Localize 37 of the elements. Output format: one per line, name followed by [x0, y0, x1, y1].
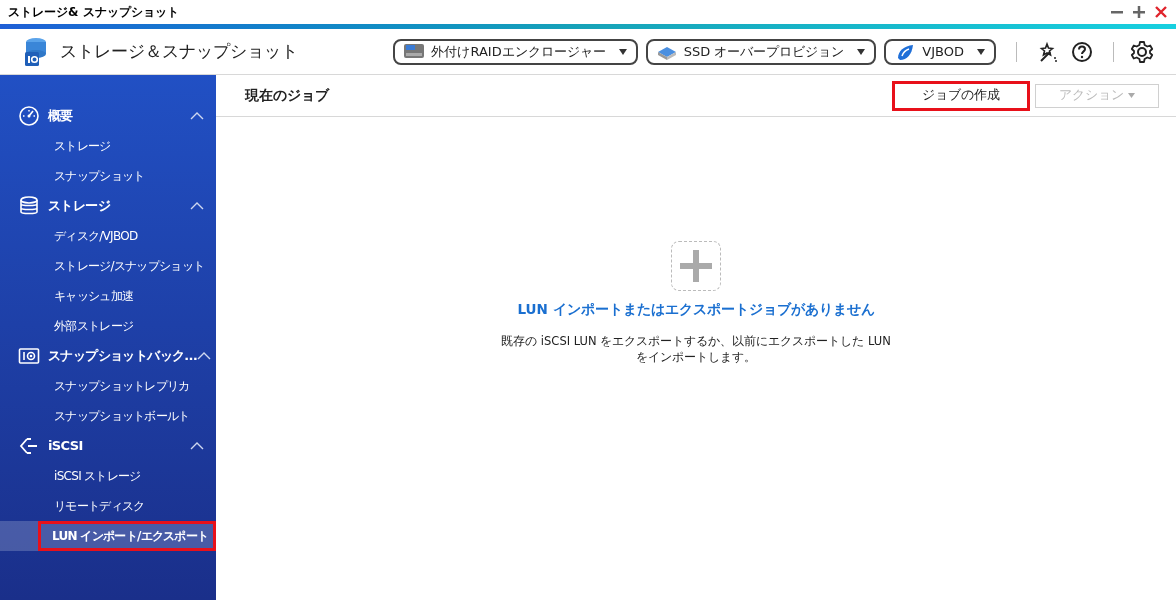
sidebar-item[interactable]: 外部ストレージ — [0, 311, 216, 341]
sidebar-item[interactable]: スナップショットレプリカ — [0, 371, 216, 401]
camera-icon — [18, 345, 40, 367]
dropdown-button[interactable]: 外付けRAIDエンクロージャー — [393, 38, 638, 65]
settings-icon[interactable] — [1130, 39, 1154, 64]
sidebar-item[interactable]: ストレージ — [0, 131, 216, 161]
sidebar-item[interactable]: スナップショットボールト — [0, 401, 216, 431]
section-header[interactable]: ストレージ — [0, 191, 216, 221]
sidebar-item[interactable]: ストレージ/スナップショット — [0, 251, 216, 281]
action-button[interactable]: ジョブの作成 — [895, 83, 1027, 108]
dropdown-button[interactable]: SSD オーバープロビジョン — [645, 38, 877, 65]
database-icon — [18, 195, 40, 217]
sidebar-item[interactable]: キャッシュ加速 — [0, 281, 216, 311]
dashboard-icon — [18, 105, 40, 127]
maximize-icon[interactable] — [1132, 5, 1146, 19]
caret-icon — [1128, 93, 1135, 98]
sidebar-item[interactable]: iSCSI ストレージ — [0, 461, 216, 491]
sidebar-item[interactable]: スナップショット — [0, 161, 216, 191]
caret-icon — [976, 47, 986, 56]
close-icon[interactable] — [1154, 5, 1168, 19]
section-header[interactable]: iSCSI — [0, 431, 216, 461]
connector-icon — [18, 435, 40, 457]
sidebar-item[interactable]: ディスク/VJBOD — [0, 221, 216, 251]
plus-icon — [680, 250, 712, 282]
caret-icon — [856, 47, 867, 56]
empty-state-title: LUN インポートまたはエクスポートジョブがありません — [517, 300, 875, 319]
dropdown-button[interactable]: VJBOD — [884, 38, 996, 65]
sidebar-item[interactable]: リモートディスク — [0, 491, 216, 521]
section-header[interactable]: スナップショットバック… — [0, 341, 216, 371]
app-title: ストレージ＆スナップショット — [60, 39, 298, 63]
empty-state-text: 既存の iSCSI LUN をエクスポートするか、以前にエクスポートした LUN をインポートします。 — [500, 333, 892, 366]
caret-icon — [617, 47, 628, 56]
window-title: ストレージ& スナップショット — [8, 4, 179, 21]
section-header[interactable]: 概要 — [0, 101, 216, 131]
page-title: 現在のジョブ — [245, 86, 329, 106]
help-icon[interactable] — [1071, 40, 1093, 63]
magic-wand-icon[interactable] — [1037, 40, 1059, 63]
